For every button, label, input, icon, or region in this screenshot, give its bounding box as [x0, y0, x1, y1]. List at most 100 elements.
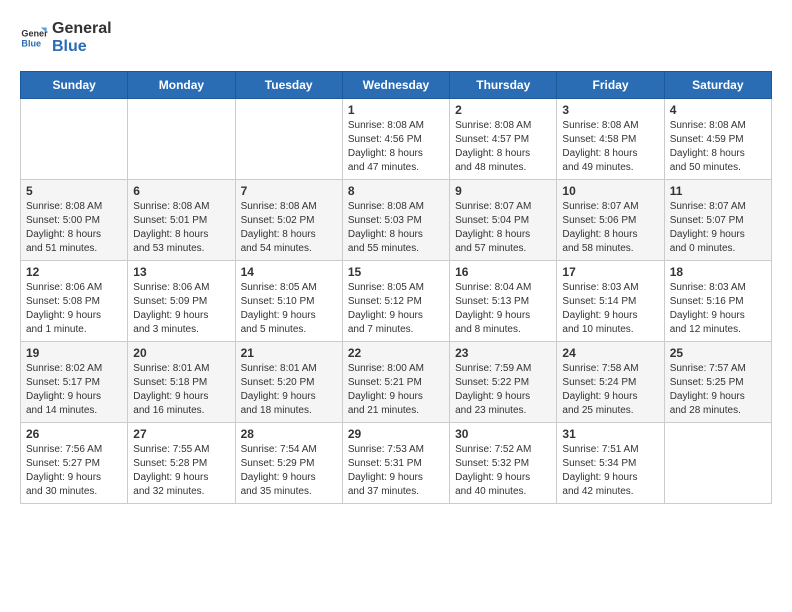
calendar-cell — [21, 99, 128, 180]
calendar-cell: 10 Sunrise: 8:07 AMSunset: 5:06 PMDayligh… — [557, 180, 664, 261]
day-info: Sunrise: 8:08 AMSunset: 5:03 PMDaylight:… — [348, 200, 444, 256]
calendar-cell: 17 Sunrise: 8:03 AMSunset: 5:14 PMDayligh… — [557, 261, 664, 342]
logo-text-blue: Blue — [52, 38, 112, 56]
day-number: 22 — [348, 346, 444, 360]
day-info: Sunrise: 8:07 AMSunset: 5:06 PMDaylight:… — [562, 200, 658, 256]
calendar-cell: 20 Sunrise: 8:01 AMSunset: 5:18 PMDayligh… — [128, 342, 235, 423]
calendar-week-row: 19Sunrise: 8:02 AMSunset: 5:17 PMDayligh… — [21, 342, 772, 423]
calendar-cell: 5 Sunrise: 8:08 AMSunset: 5:00 PMDaylight… — [21, 180, 128, 261]
calendar-week-row: 5 Sunrise: 8:08 AMSunset: 5:00 PMDaylight… — [21, 180, 772, 261]
day-info: Sunrise: 8:04 AMSunset: 5:13 PMDaylight:… — [455, 281, 551, 337]
day-info: Sunrise: 8:05 AMSunset: 5:12 PMDaylight:… — [348, 281, 444, 337]
calendar-cell: 14 Sunrise: 8:05 AMSunset: 5:10 PMDayligh… — [235, 261, 342, 342]
logo: General Blue General Blue — [20, 20, 112, 55]
day-info: Sunrise: 8:06 AMSunset: 5:09 PMDaylight:… — [133, 281, 229, 337]
day-number: 5 — [26, 184, 122, 198]
calendar-cell: 2Sunrise: 8:08 AMSunset: 4:57 PMDaylight… — [450, 99, 557, 180]
weekday-header-tuesday: Tuesday — [235, 72, 342, 99]
day-number: 8 — [348, 184, 444, 198]
day-info: Sunrise: 7:58 AMSunset: 5:24 PMDaylight:… — [562, 362, 658, 418]
weekday-header-wednesday: Wednesday — [342, 72, 449, 99]
calendar-cell: 1 Sunrise: 8:08 AMSunset: 4:56 PMDaylight… — [342, 99, 449, 180]
day-info: Sunrise: 8:08 AMSunset: 4:56 PMDaylight:… — [348, 119, 444, 175]
calendar-cell: 16 Sunrise: 8:04 AMSunset: 5:13 PMDayligh… — [450, 261, 557, 342]
day-info: Sunrise: 8:06 AMSunset: 5:08 PMDaylight:… — [26, 281, 122, 337]
calendar-table: SundayMondayTuesdayWednesdayThursdayFrid… — [20, 71, 772, 504]
calendar-cell — [235, 99, 342, 180]
day-info: Sunrise: 8:05 AMSunset: 5:10 PMDaylight:… — [241, 281, 337, 337]
day-number: 27 — [133, 427, 229, 441]
day-info: Sunrise: 7:52 AMSunset: 5:32 PMDaylight:… — [455, 443, 551, 499]
day-number: 24 — [562, 346, 658, 360]
day-number: 3 — [562, 103, 658, 117]
day-number: 11 — [670, 184, 766, 198]
calendar-header: SundayMondayTuesdayWednesdayThursdayFrid… — [21, 72, 772, 99]
calendar-week-row: 26 Sunrise: 7:56 AMSunset: 5:27 PMDayligh… — [21, 423, 772, 504]
day-number: 31 — [562, 427, 658, 441]
calendar-cell: 27 Sunrise: 7:55 AMSunset: 5:28 PMDayligh… — [128, 423, 235, 504]
day-number: 10 — [562, 184, 658, 198]
day-info: Sunrise: 7:57 AMSunset: 5:25 PMDaylight:… — [670, 362, 766, 418]
calendar-cell: 12 Sunrise: 8:06 AMSunset: 5:08 PMDayligh… — [21, 261, 128, 342]
calendar-cell: 30 Sunrise: 7:52 AMSunset: 5:32 PMDayligh… — [450, 423, 557, 504]
day-info: Sunrise: 8:08 AMSunset: 5:02 PMDaylight:… — [241, 200, 337, 256]
calendar-cell: 22Sunrise: 8:00 AMSunset: 5:21 PMDayligh… — [342, 342, 449, 423]
calendar-week-row: 1 Sunrise: 8:08 AMSunset: 4:56 PMDaylight… — [21, 99, 772, 180]
day-info: Sunrise: 8:07 AMSunset: 5:07 PMDaylight:… — [670, 200, 766, 256]
weekday-header-row: SundayMondayTuesdayWednesdayThursdayFrid… — [21, 72, 772, 99]
day-info: Sunrise: 8:03 AMSunset: 5:14 PMDaylight:… — [562, 281, 658, 337]
day-number: 12 — [26, 265, 122, 279]
calendar-cell: 11 Sunrise: 8:07 AMSunset: 5:07 PMDayligh… — [664, 180, 771, 261]
day-number: 18 — [670, 265, 766, 279]
weekday-header-monday: Monday — [128, 72, 235, 99]
day-info: Sunrise: 8:08 AMSunset: 4:57 PMDaylight:… — [455, 119, 551, 175]
weekday-header-saturday: Saturday — [664, 72, 771, 99]
day-info: Sunrise: 7:54 AMSunset: 5:29 PMDaylight:… — [241, 443, 337, 499]
calendar-cell: 13 Sunrise: 8:06 AMSunset: 5:09 PMDayligh… — [128, 261, 235, 342]
day-number: 6 — [133, 184, 229, 198]
day-info: Sunrise: 8:01 AMSunset: 5:20 PMDaylight:… — [241, 362, 337, 418]
calendar-cell: 9Sunrise: 8:07 AMSunset: 5:04 PMDaylight… — [450, 180, 557, 261]
day-info: Sunrise: 7:56 AMSunset: 5:27 PMDaylight:… — [26, 443, 122, 499]
day-info: Sunrise: 8:08 AMSunset: 5:01 PMDaylight:… — [133, 200, 229, 256]
day-number: 26 — [26, 427, 122, 441]
weekday-header-thursday: Thursday — [450, 72, 557, 99]
day-info: Sunrise: 7:53 AMSunset: 5:31 PMDaylight:… — [348, 443, 444, 499]
calendar-cell: 31 Sunrise: 7:51 AMSunset: 5:34 PMDayligh… — [557, 423, 664, 504]
calendar-cell: 19Sunrise: 8:02 AMSunset: 5:17 PMDayligh… — [21, 342, 128, 423]
calendar-cell: 7 Sunrise: 8:08 AMSunset: 5:02 PMDaylight… — [235, 180, 342, 261]
logo-icon: General Blue — [20, 24, 48, 52]
calendar-cell: 25 Sunrise: 7:57 AMSunset: 5:25 PMDayligh… — [664, 342, 771, 423]
day-number: 30 — [455, 427, 551, 441]
calendar-cell: 18 Sunrise: 8:03 AMSunset: 5:16 PMDayligh… — [664, 261, 771, 342]
day-number: 13 — [133, 265, 229, 279]
day-number: 17 — [562, 265, 658, 279]
day-number: 23 — [455, 346, 551, 360]
day-info: Sunrise: 8:08 AMSunset: 5:00 PMDaylight:… — [26, 200, 122, 256]
calendar-cell: 8 Sunrise: 8:08 AMSunset: 5:03 PMDaylight… — [342, 180, 449, 261]
day-number: 4 — [670, 103, 766, 117]
day-number: 16 — [455, 265, 551, 279]
calendar-cell — [128, 99, 235, 180]
day-info: Sunrise: 7:51 AMSunset: 5:34 PMDaylight:… — [562, 443, 658, 499]
day-info: Sunrise: 8:01 AMSunset: 5:18 PMDaylight:… — [133, 362, 229, 418]
day-number: 15 — [348, 265, 444, 279]
day-number: 20 — [133, 346, 229, 360]
day-info: Sunrise: 8:08 AMSunset: 4:58 PMDaylight:… — [562, 119, 658, 175]
day-number: 1 — [348, 103, 444, 117]
day-info: Sunrise: 7:55 AMSunset: 5:28 PMDaylight:… — [133, 443, 229, 499]
calendar-cell: 6 Sunrise: 8:08 AMSunset: 5:01 PMDaylight… — [128, 180, 235, 261]
day-info: Sunrise: 8:03 AMSunset: 5:16 PMDaylight:… — [670, 281, 766, 337]
svg-text:Blue: Blue — [21, 38, 41, 48]
day-number: 25 — [670, 346, 766, 360]
day-number: 7 — [241, 184, 337, 198]
day-number: 19 — [26, 346, 122, 360]
calendar-week-row: 12 Sunrise: 8:06 AMSunset: 5:08 PMDayligh… — [21, 261, 772, 342]
day-info: Sunrise: 8:07 AMSunset: 5:04 PMDaylight:… — [455, 200, 551, 256]
calendar-cell: 23Sunrise: 7:59 AMSunset: 5:22 PMDayligh… — [450, 342, 557, 423]
calendar-cell: 21Sunrise: 8:01 AMSunset: 5:20 PMDayligh… — [235, 342, 342, 423]
page-header: General Blue General Blue — [20, 20, 772, 55]
logo-text-general: General — [52, 20, 112, 38]
calendar-body: 1 Sunrise: 8:08 AMSunset: 4:56 PMDaylight… — [21, 99, 772, 504]
day-number: 14 — [241, 265, 337, 279]
